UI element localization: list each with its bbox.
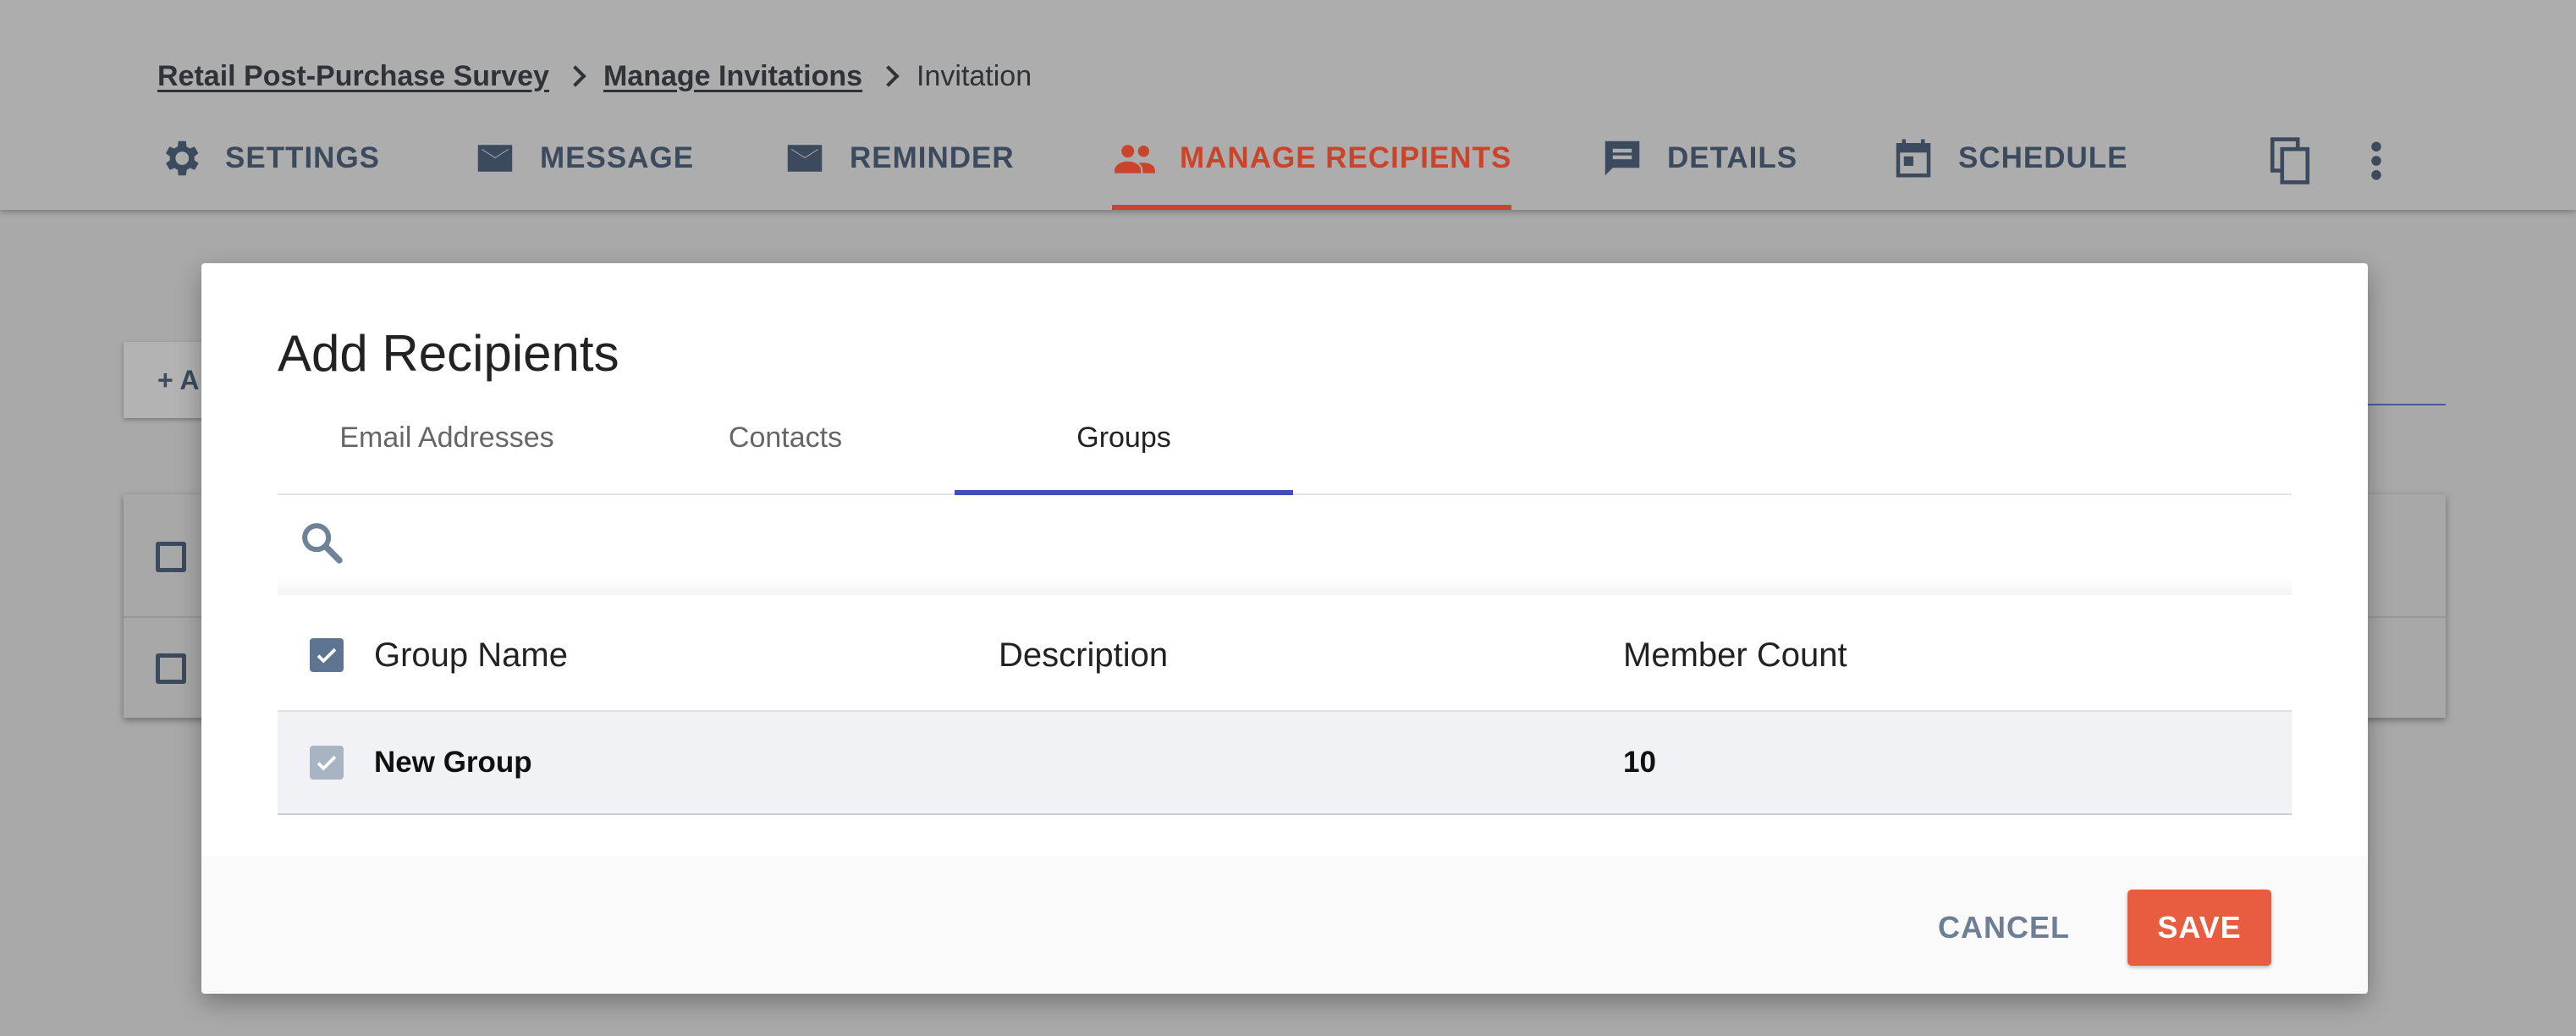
- tab-label: DETAILS: [1667, 141, 1798, 174]
- recipient-source-tabs: Email Addresses Contacts Groups: [278, 405, 2292, 495]
- tab-email-addresses[interactable]: Email Addresses: [278, 405, 616, 493]
- tab-groups[interactable]: Groups: [955, 405, 1293, 495]
- more-vertical-icon[interactable]: [2351, 135, 2402, 186]
- breadcrumb-manage-invitations-link[interactable]: Manage Invitations: [603, 60, 862, 93]
- tab-label: SETTINGS: [225, 141, 381, 174]
- chevron-right-icon: [564, 65, 586, 87]
- cancel-button[interactable]: CANCEL: [1911, 890, 2097, 966]
- tab-label: SCHEDULE: [1958, 141, 2128, 174]
- table-row[interactable]: New Group 10: [278, 712, 2292, 815]
- breadcrumb: Retail Post-Purchase Survey Manage Invit…: [157, 56, 1032, 96]
- tab-label: MANAGE RECIPIENTS: [1180, 141, 1512, 174]
- people-icon: [1112, 135, 1158, 181]
- group-name-cell: New Group: [374, 746, 532, 779]
- tab-settings[interactable]: SETTINGS: [157, 135, 380, 218]
- envelope-icon: [472, 135, 518, 181]
- copy-icon[interactable]: [2265, 135, 2315, 186]
- dialog-footer: CANCEL SAVE: [201, 856, 2368, 994]
- top-bar: Retail Post-Purchase Survey Manage Invit…: [0, 0, 2576, 210]
- search-bar: [278, 495, 2292, 595]
- tab-contacts[interactable]: Contacts: [616, 405, 955, 493]
- column-header-description[interactable]: Description: [999, 600, 1168, 710]
- search-icon: [298, 519, 345, 566]
- breadcrumb-current: Invitation: [916, 59, 1032, 92]
- column-header-member-count[interactable]: Member Count: [1623, 600, 1847, 710]
- tab-reminder[interactable]: REMINDER: [782, 135, 1015, 218]
- check-icon: [316, 648, 337, 664]
- tab-manage-recipients[interactable]: MANAGE RECIPIENTS: [1112, 135, 1512, 210]
- check-icon: [316, 755, 337, 771]
- dialog-title: Add Recipients: [278, 325, 619, 382]
- select-all-checkbox[interactable]: [310, 638, 344, 672]
- tab-schedule[interactable]: SCHEDULE: [1891, 135, 2128, 218]
- message-list-icon: [1599, 135, 1645, 181]
- tab-details[interactable]: DETAILS: [1599, 135, 1797, 218]
- save-button[interactable]: SAVE: [2127, 890, 2271, 966]
- search-input[interactable]: [371, 512, 2236, 573]
- groups-table: Group Name Description Member Count New …: [278, 600, 2292, 815]
- tab-label: REMINDER: [850, 141, 1015, 174]
- header-actions: [2265, 135, 2402, 186]
- tab-label: MESSAGE: [540, 141, 695, 174]
- chevron-right-icon: [878, 65, 900, 87]
- select-all-checkbox[interactable]: [156, 542, 186, 572]
- envelope-icon: [782, 135, 828, 181]
- calendar-icon: [1891, 135, 1936, 181]
- column-header-group-name[interactable]: Group Name: [374, 600, 568, 710]
- gear-icon: [157, 135, 203, 181]
- row-checkbox[interactable]: [156, 653, 186, 684]
- row-checkbox[interactable]: [310, 746, 344, 780]
- breadcrumb-survey-link[interactable]: Retail Post-Purchase Survey: [157, 60, 549, 93]
- table-header: Group Name Description Member Count: [278, 600, 2292, 712]
- member-count-cell: 10: [1623, 746, 1656, 779]
- add-recipients-dialog: Add Recipients Email Addresses Contacts …: [201, 263, 2368, 994]
- tab-message[interactable]: MESSAGE: [472, 135, 694, 218]
- background-search-underline: [2361, 404, 2446, 405]
